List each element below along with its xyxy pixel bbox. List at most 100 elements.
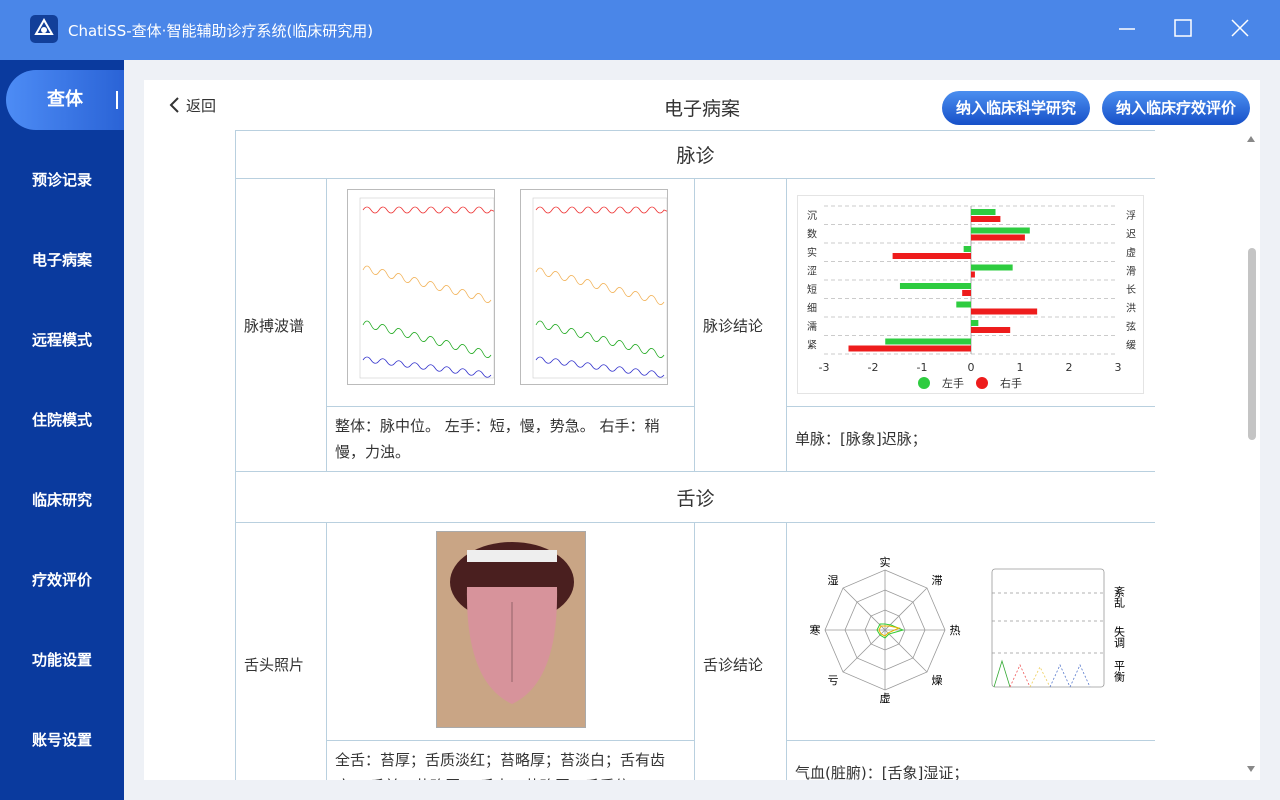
scroll-down-icon[interactable] [1244, 764, 1258, 774]
sidebar: 查体 预诊记录 电子病案 远程模式 住院模式 临床研究 疗效评价 功能设置 账号… [0, 60, 124, 800]
pulse-chart-cell: 沉 浮数 迟实 虚涩 滑短 长细 洪濡 弦紧 缓 -3 -2 -1 0 1 2 3 左手 右手 [785, 178, 1155, 407]
bar-left-hand [956, 301, 971, 308]
tongue-conclusion: 气血(脏腑)：[舌象]湿证； [785, 740, 1155, 780]
bar-right-hand [971, 327, 1011, 333]
bar-left-hand [963, 246, 971, 252]
legend-label-right: 右手 [1000, 376, 1022, 390]
radar-label: 实 [880, 555, 891, 569]
record-table: 脉诊 脉搏波谱 脉诊结论 沉 浮 数 迟 实 虚 涩 滑 短 长 细 洪 濡 弦… [235, 130, 1155, 780]
category-label-left: 濡 [807, 321, 817, 333]
bar-left-hand [971, 320, 979, 326]
x-tick-label: 1 [1017, 361, 1024, 374]
radar-label: 燥 [932, 674, 943, 687]
x-tick-label: 3 [1115, 361, 1122, 374]
radar-label: 滞 [932, 574, 943, 587]
vertical-scrollbar[interactable] [1244, 130, 1258, 780]
tongue-balance-chart: 紊乱 失调 平衡 [991, 568, 1126, 687]
title-bar: ChatiSS-查体·智能辅助诊疗系统(临床研究用) [0, 0, 1280, 60]
category-label-right: 迟 [1126, 228, 1136, 241]
bar-left-hand [885, 338, 971, 345]
radar-label: 湿 [828, 574, 839, 587]
category-label-right: 弦 [1126, 320, 1136, 333]
tongue-section-title: 舌诊 [235, 471, 1155, 523]
pulse-wave-chart-left [347, 189, 495, 385]
bar-right-hand [971, 234, 1025, 241]
category-label-right: 浮 [1126, 210, 1136, 222]
tongue-photo [435, 531, 587, 729]
category-label-left: 涩 [807, 266, 817, 278]
record-content[interactable]: 脉诊 脉搏波谱 脉诊结论 沉 浮 数 迟 实 虚 涩 滑 短 长 细 洪 濡 弦… [235, 130, 1155, 780]
tongue-photo-cell [326, 522, 695, 741]
radar-label: 亏 [828, 674, 839, 687]
category-label-left: 细 [807, 302, 817, 315]
close-icon[interactable] [1224, 14, 1254, 44]
tongue-summary: 全舌：苔厚；舌质淡红；苔略厚；苔淡白；舌有齿痕。 舌前：苔略厚。 舌中：苔略厚；… [326, 740, 695, 780]
tongue-charts: 实 滞 热 燥 虚 亏 寒 湿 紊乱 失调 平衡 [810, 555, 1126, 705]
category-label-right: 长 [1126, 284, 1136, 296]
sidebar-item-account-settings[interactable]: 账号设置 [0, 720, 124, 760]
main-panel: 返回 电子病案 纳入临床科学研究 纳入临床疗效评价 脉诊 脉搏波谱 脉诊结论 沉… [144, 80, 1260, 780]
bar-right-hand [971, 216, 1001, 222]
app-logo-icon [30, 15, 58, 43]
bar-right-hand [971, 271, 975, 278]
sidebar-item-inpatient-mode[interactable]: 住院模式 [0, 400, 124, 440]
tongue-radar-chart: 实 滞 热 燥 虚 亏 寒 湿 [810, 555, 961, 705]
category-label-left: 实 [807, 246, 817, 259]
sidebar-item-clinical-research[interactable]: 临床研究 [0, 480, 124, 520]
x-tick-label: -3 [819, 361, 830, 374]
tongue-conclusion-label: 舌诊结论 [694, 522, 787, 780]
maximize-icon[interactable] [1168, 14, 1198, 44]
category-label-right: 缓 [1126, 339, 1136, 352]
pulse-wave-images [326, 178, 695, 407]
sidebar-item-efficacy-evaluation[interactable]: 疗效评价 [0, 560, 124, 600]
balance-label: 平衡 [1113, 660, 1126, 683]
pulse-summary: 整体：脉中位。 左手：短，慢，势急。 右手：稍慢，力浊。 [326, 406, 695, 472]
category-label-left: 紧 [807, 340, 817, 352]
bar-left-hand [971, 227, 1030, 234]
minimize-icon[interactable] [1112, 14, 1142, 44]
category-label-right: 滑 [1126, 266, 1136, 278]
scroll-up-icon[interactable] [1244, 134, 1258, 144]
pulse-conclusion-label: 脉诊结论 [694, 178, 787, 472]
balance-label: 紊乱 [1113, 584, 1126, 607]
bar-right-hand [962, 290, 971, 296]
legend-marker-left [918, 377, 930, 389]
tongue-charts-cell: 实 滞 热 燥 虚 亏 寒 湿 紊乱 失调 平衡 [785, 522, 1155, 741]
radar-label: 寒 [810, 623, 821, 637]
include-clinical-research-button[interactable]: 纳入临床科学研究 [942, 91, 1090, 125]
category-label-left: 沉 [807, 209, 817, 222]
category-label-right: 虚 [1126, 247, 1136, 259]
x-tick-label: 2 [1066, 361, 1073, 374]
sidebar-item-function-settings[interactable]: 功能设置 [0, 640, 124, 680]
x-tick-label: -2 [868, 361, 879, 374]
category-label-left: 短 [807, 283, 817, 296]
include-efficacy-evaluation-button[interactable]: 纳入临床疗效评价 [1102, 91, 1250, 125]
window-title: ChatiSS-查体·智能辅助诊疗系统(临床研究用) [68, 22, 374, 40]
pulse-bar-chart: 沉 浮数 迟实 虚涩 滑短 长细 洪濡 弦紧 缓 -3 -2 -1 0 1 2 3 左手 右手 [797, 195, 1144, 394]
category-label-left: 数 [807, 228, 817, 241]
bar-right-hand [892, 253, 971, 259]
pulse-wave-label: 脉搏波谱 [235, 178, 327, 472]
bar-right-hand [848, 345, 971, 352]
sidebar-item-pre-diagnosis[interactable]: 预诊记录 [0, 160, 124, 200]
bar-right-hand [971, 308, 1038, 315]
page-title: 电子病案 [663, 98, 740, 120]
sidebar-item-remote-mode[interactable]: 远程模式 [0, 320, 124, 360]
bar-left-hand [899, 283, 971, 289]
pulse-conclusion: 单脉：[脉象]迟脉； [785, 406, 1155, 472]
legend-marker-right [976, 377, 988, 389]
balance-label: 失调 [1113, 625, 1126, 648]
sidebar-item-medical-record[interactable]: 电子病案 [0, 240, 124, 280]
radar-label: 虚 [880, 692, 891, 705]
legend-label-left: 左手 [942, 376, 964, 390]
x-tick-label: 0 [968, 361, 975, 374]
scrollbar-thumb[interactable] [1248, 248, 1256, 440]
pulse-section-title: 脉诊 [235, 130, 1155, 179]
category-label-right: 洪 [1126, 303, 1136, 315]
bar-left-hand [971, 209, 996, 215]
sidebar-item-checkup[interactable]: 查体 [6, 70, 124, 130]
x-tick-label: -1 [917, 361, 928, 374]
tongue-photo-label: 舌头照片 [235, 522, 327, 780]
radar-label: 热 [950, 624, 961, 637]
pulse-wave-chart-right [519, 189, 668, 385]
